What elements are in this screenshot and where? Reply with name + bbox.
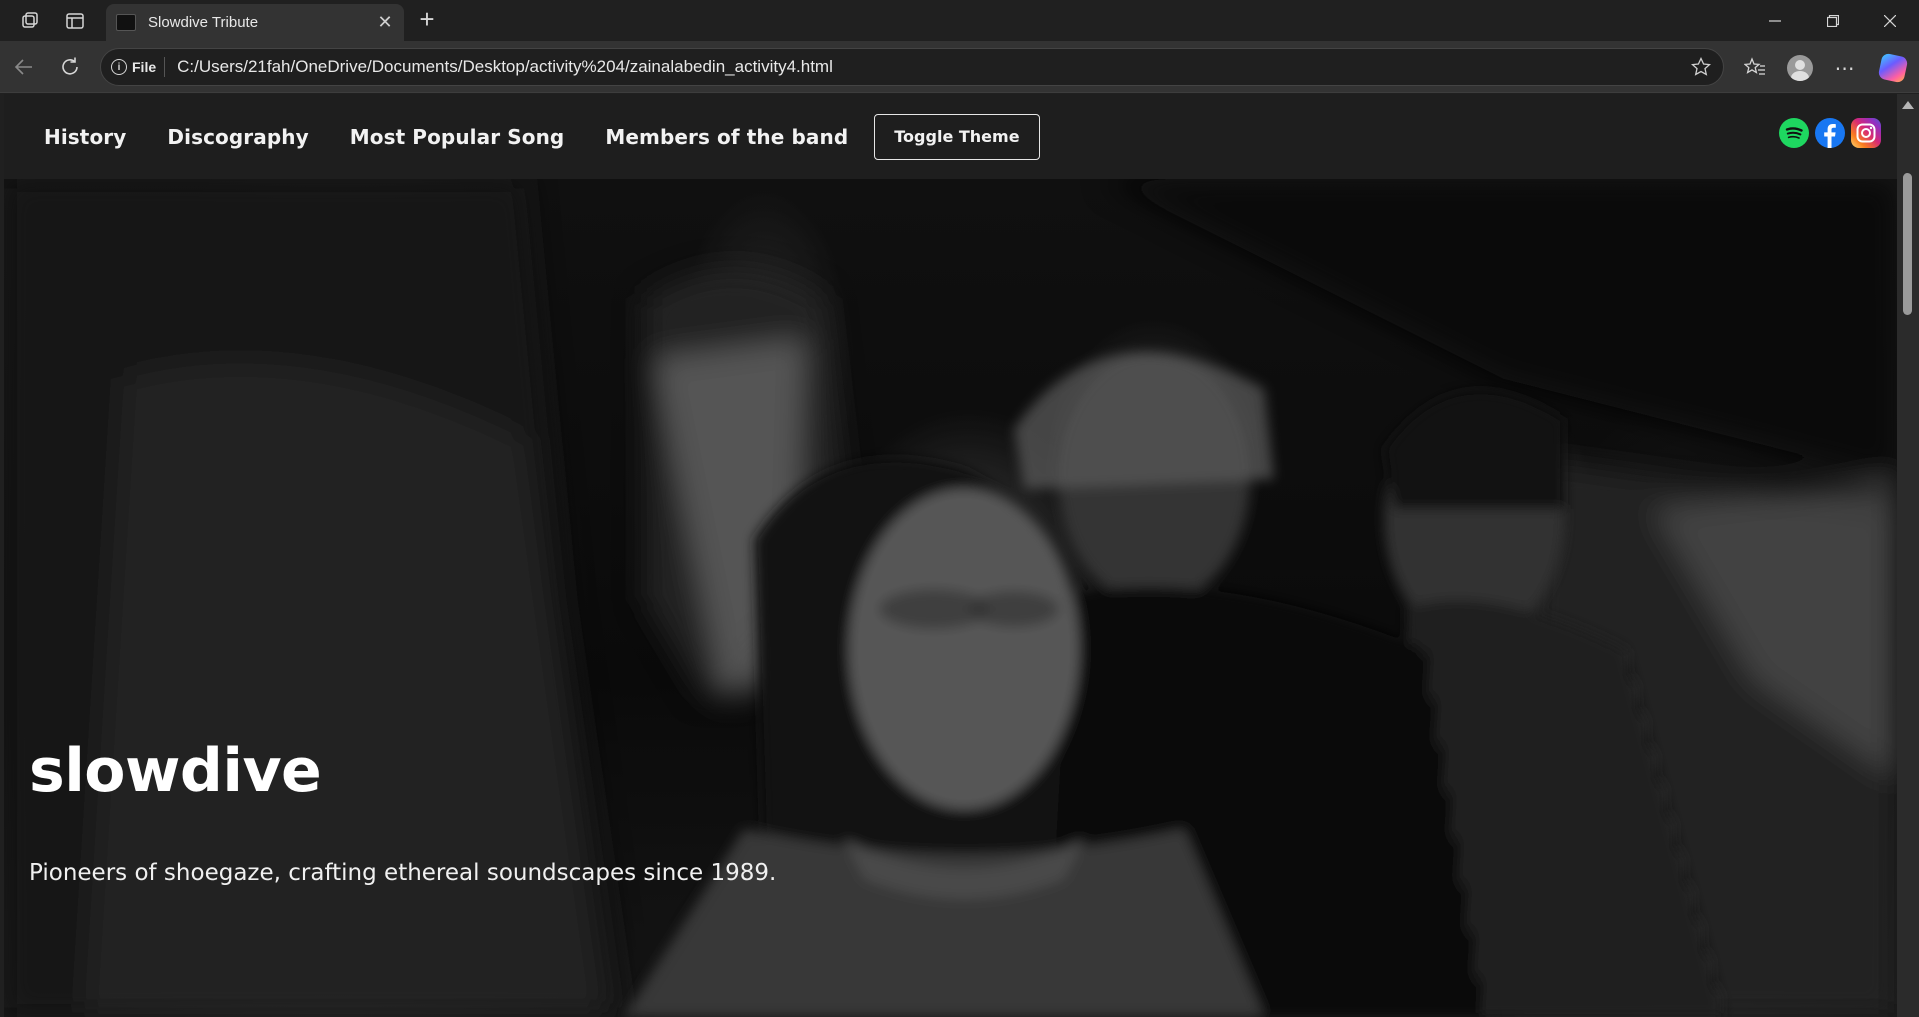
profile-avatar[interactable]: [1785, 53, 1815, 83]
avatar-icon: [1787, 55, 1813, 81]
url-text[interactable]: C:/Users/21fah/OneDrive/Documents/Deskto…: [177, 57, 833, 77]
hero-section: slowdive Pioneers of shoegaze, crafting …: [4, 179, 1897, 1017]
new-tab-icon[interactable]: +: [414, 6, 440, 33]
copilot-button[interactable]: [1877, 52, 1909, 84]
copilot-icon: [1877, 52, 1909, 84]
vertical-tabs-icon[interactable]: [63, 9, 87, 33]
hero-title: slowdive: [29, 736, 322, 806]
favorites-icon[interactable]: [1740, 53, 1770, 83]
hero-subtitle: Pioneers of shoegaze, crafting ethereal …: [29, 860, 777, 886]
site-navbar: History Discography Most Popular Song Me…: [4, 94, 1897, 179]
minimize-icon[interactable]: [1747, 0, 1803, 41]
band-photo: [4, 179, 1897, 1017]
nav-link-discography[interactable]: Discography: [167, 125, 308, 149]
close-window-icon[interactable]: [1862, 0, 1918, 41]
nav-link-most-popular-song[interactable]: Most Popular Song: [350, 125, 565, 149]
browser-titlebar: Slowdive Tribute ✕ +: [0, 0, 1919, 41]
social-links: [1779, 118, 1881, 148]
info-icon: i: [111, 59, 127, 75]
spotify-icon[interactable]: [1779, 118, 1809, 148]
facebook-icon[interactable]: [1815, 118, 1845, 148]
back-arrow-icon[interactable]: [10, 53, 38, 81]
workspaces-icon[interactable]: [18, 9, 42, 33]
url-divider: [164, 57, 166, 77]
nav-link-history[interactable]: History: [44, 125, 126, 149]
scroll-up-icon[interactable]: [1902, 101, 1914, 109]
browser-tab[interactable]: Slowdive Tribute ✕: [106, 4, 404, 41]
tab-favicon-icon: [116, 14, 136, 31]
tab-title: Slowdive Tribute: [148, 14, 259, 31]
site-info-chip[interactable]: i File: [111, 59, 156, 75]
web-page: History Discography Most Popular Song Me…: [4, 94, 1897, 1017]
browser-toolbar: i File C:/Users/21fah/OneDrive/Documents…: [0, 41, 1919, 93]
more-menu-icon[interactable]: ⋯: [1830, 53, 1860, 83]
page-scrollbar[interactable]: [1897, 94, 1919, 1017]
toggle-theme-button[interactable]: Toggle Theme: [874, 113, 1040, 160]
nav-link-members[interactable]: Members of the band: [605, 125, 848, 149]
refresh-icon[interactable]: [56, 53, 84, 81]
file-label: File: [132, 59, 157, 75]
address-bar[interactable]: i File C:/Users/21fah/OneDrive/Documents…: [100, 48, 1724, 86]
scroll-thumb[interactable]: [1903, 173, 1912, 315]
restore-icon[interactable]: [1805, 0, 1861, 41]
instagram-icon[interactable]: [1851, 118, 1881, 148]
close-tab-icon[interactable]: ✕: [376, 13, 394, 31]
favorite-star-icon[interactable]: [1690, 56, 1712, 82]
